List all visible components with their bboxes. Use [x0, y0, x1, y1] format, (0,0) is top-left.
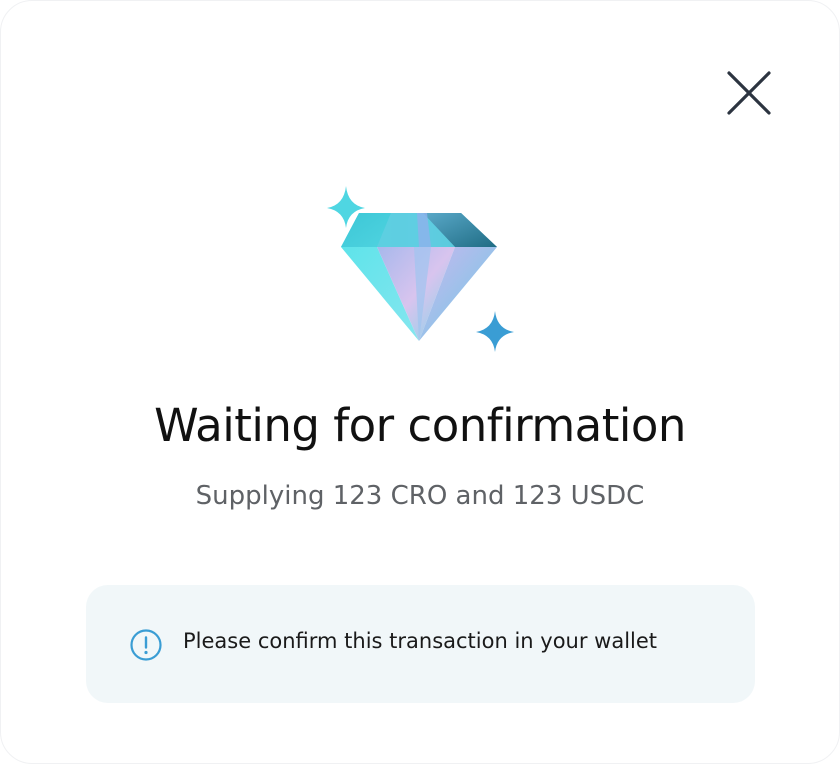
wallet-confirm-notice: Please confirm this transaction in your …	[86, 585, 755, 703]
diamond-illustration	[319, 181, 529, 361]
confirmation-dialog: Waiting for confirmation Supplying 123 C…	[0, 0, 840, 764]
close-button[interactable]	[721, 65, 777, 121]
info-icon	[130, 629, 162, 661]
diamond-icon	[327, 186, 514, 352]
notice-text: Please confirm this transaction in your …	[183, 629, 658, 653]
dialog-title: Waiting for confirmation	[154, 399, 686, 452]
dialog-subtitle: Supplying 123 CRO and 123 USDC	[195, 481, 645, 511]
close-icon	[727, 71, 771, 115]
